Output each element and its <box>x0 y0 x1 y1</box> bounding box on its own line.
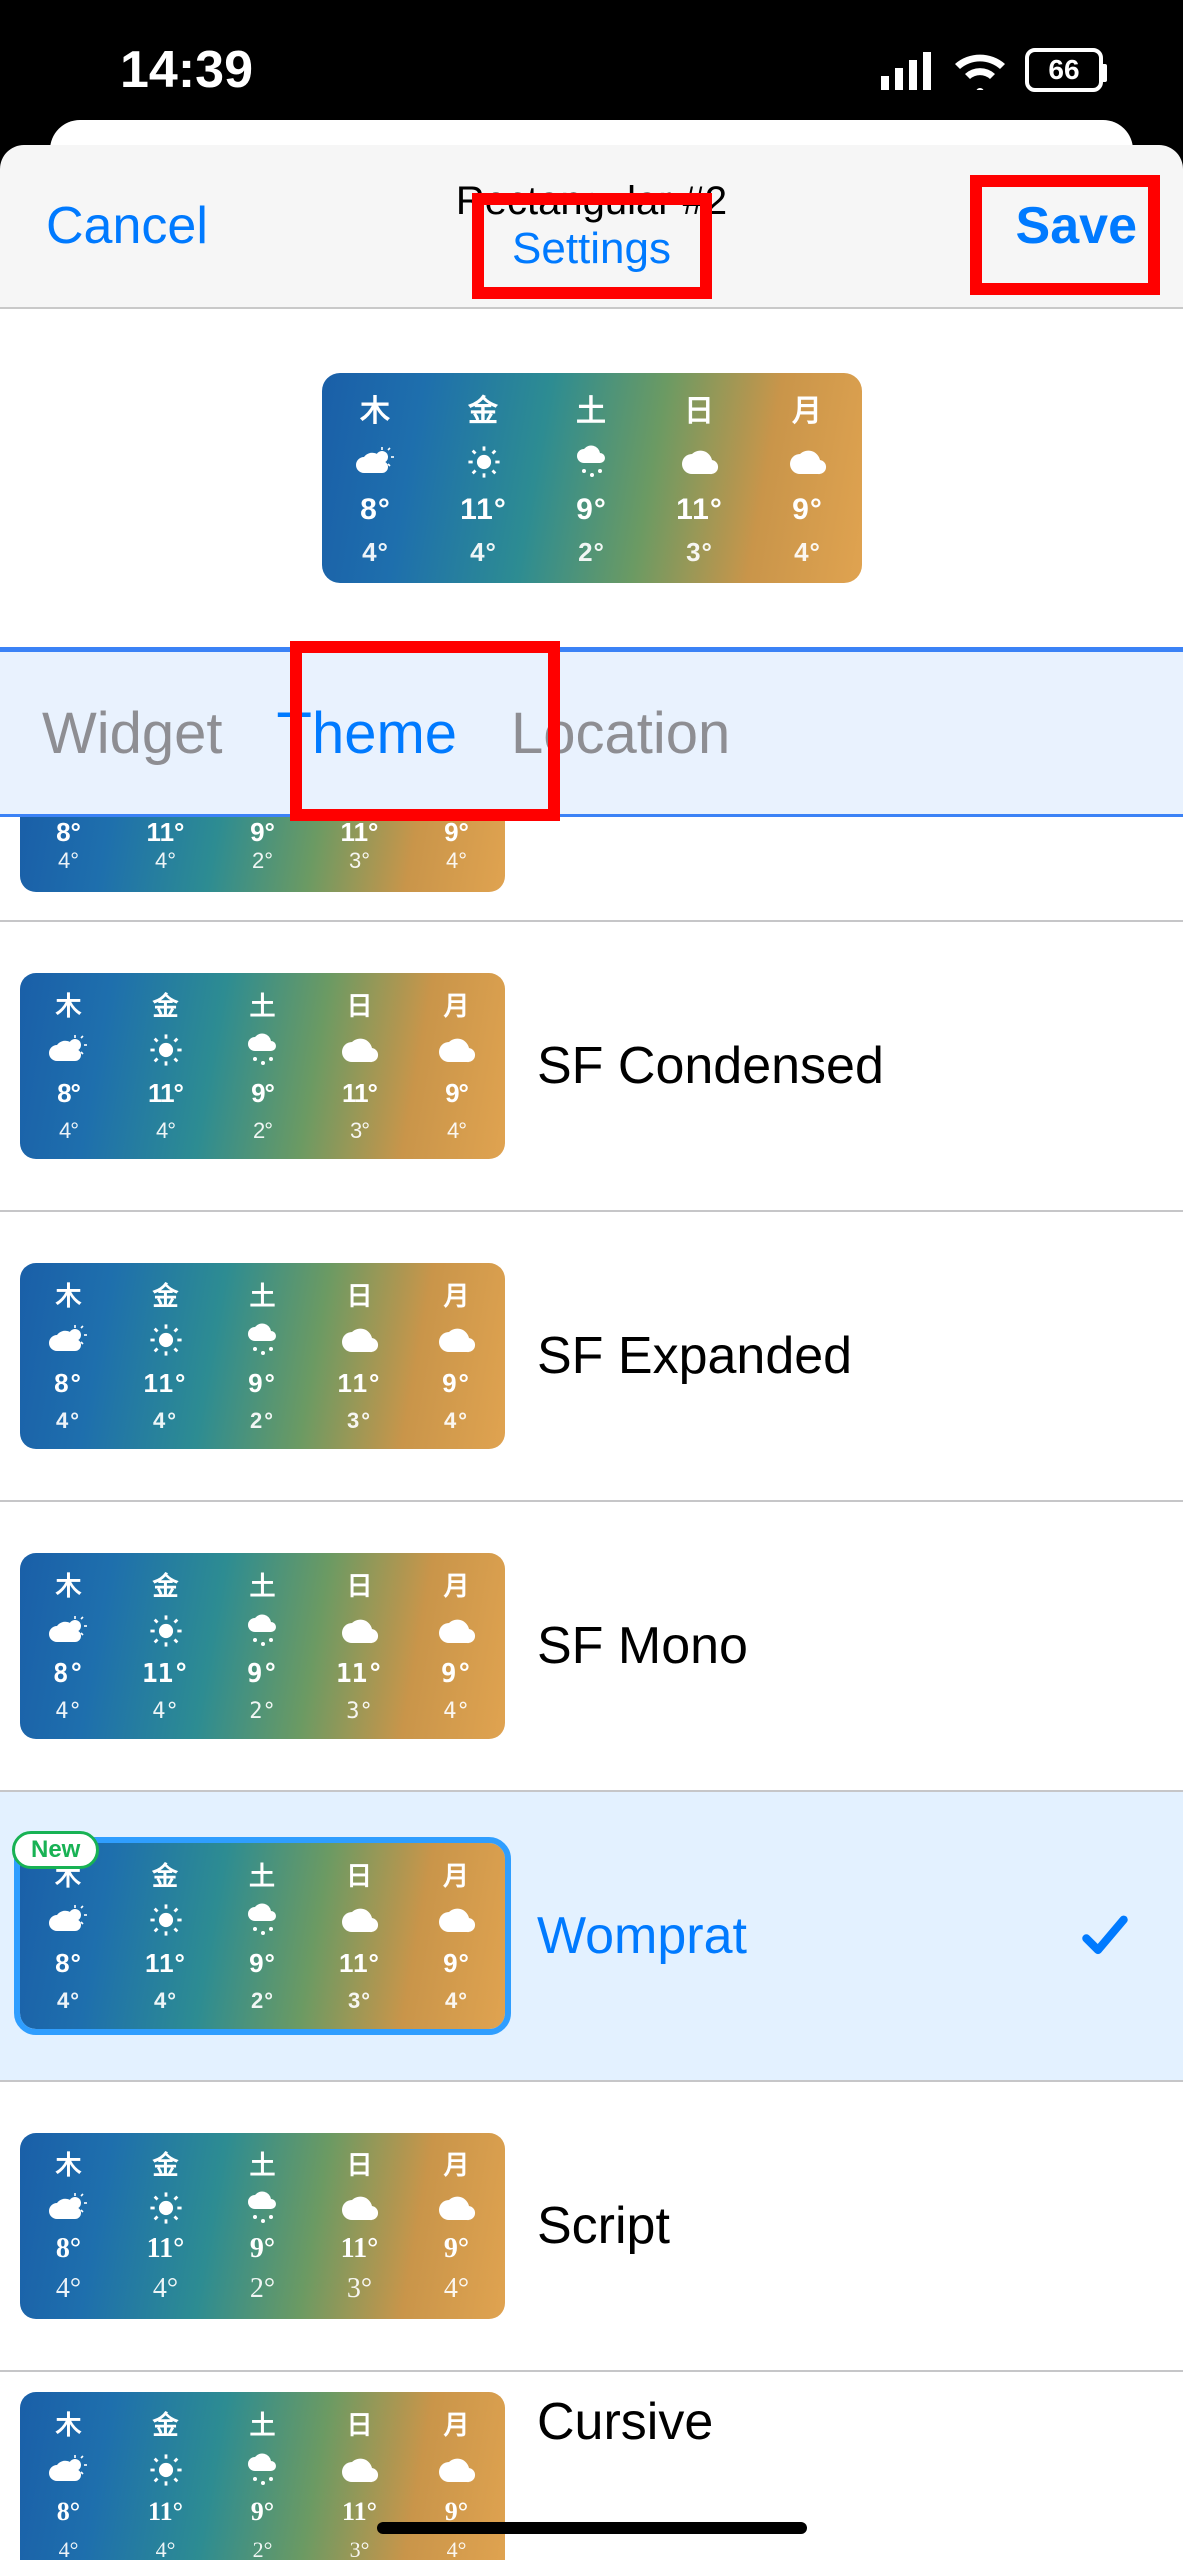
theme-row[interactable]: 木8°4°金11°4°土9°2°日11°3°月9°4° <box>0 817 1183 922</box>
theme-list[interactable]: 木8°4°金11°4°土9°2°日11°3°月9°4° 木8°4°金11°4°土… <box>0 817 1183 2542</box>
checkmark-icon <box>1077 1908 1133 1964</box>
save-button[interactable]: Save <box>1016 196 1137 256</box>
theme-label: Cursive <box>537 2392 1163 2452</box>
new-badge: New <box>12 1831 99 1869</box>
theme-row[interactable]: 木8°4°金11°4°土9°2°日11°3°月9°4° Cursive <box>0 2372 1183 2542</box>
theme-label: SF Expanded <box>537 1326 1163 1386</box>
theme-row[interactable]: 木8°4°金11°4°土9°2°日11°3°月9°4° SF Expanded <box>0 1212 1183 1502</box>
content-area: 木8°4°金11°4°土9°2°日11°3°月9°4° Widget Theme… <box>0 309 1183 2560</box>
theme-thumbnail: 木8°4°金11°4°土9°2°日11°3°月9°4° <box>20 2392 505 2560</box>
theme-row[interactable]: 木8°4°金11°4°土9°2°日11°3°月9°4° SF Mono <box>0 1502 1183 1792</box>
widget-preview-area: 木8°4°金11°4°土9°2°日11°3°月9°4° <box>0 309 1183 649</box>
theme-thumbnail: 木8°4°金11°4°土9°2°日11°3°月9°4° <box>20 1263 505 1449</box>
home-indicator[interactable] <box>377 2522 807 2534</box>
navigation-bar: Cancel Rectangular #2 Settings Save <box>0 145 1183 309</box>
tab-theme[interactable]: Theme <box>277 700 458 767</box>
widget-preview: 木8°4°金11°4°土9°2°日11°3°月9°4° <box>322 373 862 583</box>
theme-row[interactable]: 木8°4°金11°4°土9°2°日11°3°月9°4° Script <box>0 2082 1183 2372</box>
theme-label: SF Mono <box>537 1616 1163 1676</box>
theme-thumbnail: 木8°4°金11°4°土9°2°日11°3°月9°4° <box>20 973 505 1159</box>
battery-indicator: 66 <box>1025 48 1103 92</box>
theme-row[interactable]: 木8°4°金11°4°土9°2°日11°3°月9°4° SF Condensed <box>0 922 1183 1212</box>
theme-label: SF Condensed <box>537 1036 1163 1096</box>
cancel-button[interactable]: Cancel <box>46 196 208 256</box>
cellular-icon <box>881 50 935 90</box>
nav-subtitle[interactable]: Settings <box>504 224 679 274</box>
status-indicators: 66 <box>881 48 1103 92</box>
tab-widget[interactable]: Widget <box>42 700 223 767</box>
theme-row-selected[interactable]: New 木8°4°金11°4°土9°2°日11°3°月9°4° Womprat <box>0 1792 1183 2082</box>
theme-thumbnail: 木8°4°金11°4°土9°2°日11°3°月9°4° <box>20 817 505 892</box>
tab-location[interactable]: Location <box>511 700 730 767</box>
theme-thumbnail: 木8°4°金11°4°土9°2°日11°3°月9°4° <box>20 1843 505 2029</box>
status-bar: 14:39 66 <box>0 0 1183 140</box>
theme-thumbnail: 木8°4°金11°4°土9°2°日11°3°月9°4° <box>20 2133 505 2319</box>
theme-label: Womprat <box>537 1906 1045 1966</box>
segmented-tabs: Widget Theme Location <box>0 649 1183 817</box>
wifi-icon <box>953 50 1007 90</box>
theme-thumbnail: 木8°4°金11°4°土9°2°日11°3°月9°4° <box>20 1553 505 1739</box>
status-time: 14:39 <box>120 40 253 100</box>
theme-label: Script <box>537 2196 1163 2256</box>
